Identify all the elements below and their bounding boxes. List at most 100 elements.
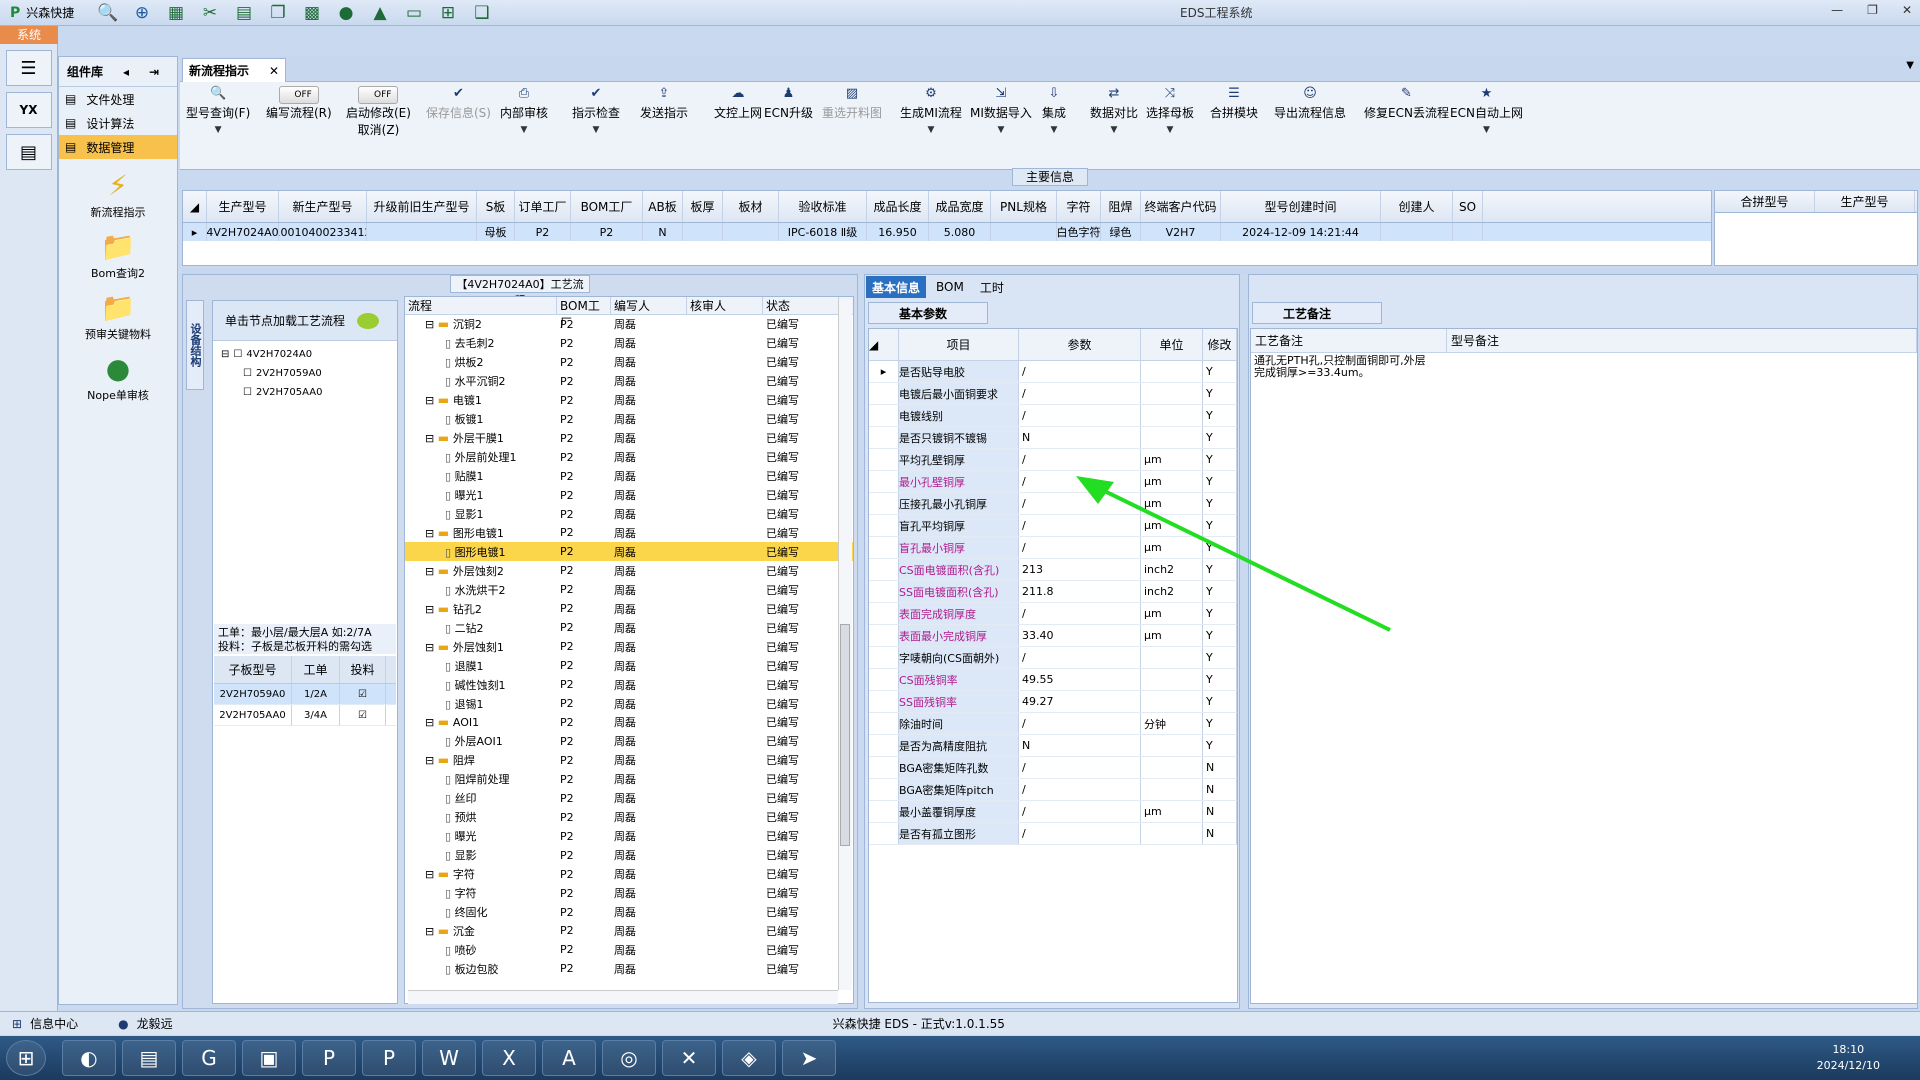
- table-cell[interactable]: /: [1019, 647, 1141, 668]
- flow-name-cell[interactable]: ⊟ ▬ AOI1: [405, 715, 557, 729]
- collapse-arrow-icon[interactable]: ◂: [123, 65, 129, 79]
- table-row[interactable]: ⊟ ▬ 沉金 P2 周磊 已编写: [405, 922, 853, 941]
- table-cell[interactable]: 白色字符: [1057, 223, 1101, 241]
- ribbon-person-button[interactable]: ♟ ECN升级: [764, 86, 813, 121]
- col-header[interactable]: 单位: [1141, 329, 1203, 360]
- comp-item-file[interactable]: ▤ 文件处理: [59, 87, 177, 111]
- table-row[interactable]: ⊟ ▬ 外层蚀刻2 P2 周磊 已编写: [405, 561, 853, 580]
- flow-hscroll[interactable]: [408, 990, 838, 1004]
- dropdown-arrow-icon[interactable]: ▼: [1111, 125, 1118, 135]
- sub-pre-review[interactable]: 📁 预审关键物料: [59, 291, 177, 342]
- word-icon[interactable]: W: [422, 1040, 476, 1076]
- collapse-icon[interactable]: ⊟: [425, 641, 438, 654]
- network-icon[interactable]: ◎: [602, 1040, 656, 1076]
- node-hint[interactable]: 单击节点加载工艺流程: [213, 301, 397, 341]
- col-header[interactable]: BOM工厂: [571, 191, 643, 222]
- notepad-icon[interactable]: ▤: [122, 1040, 176, 1076]
- ribbon-toggle-button[interactable]: OFF 编写流程(R): [266, 86, 332, 121]
- flow-name-cell[interactable]: ▯ 贴膜1: [405, 468, 557, 484]
- flow-name-cell[interactable]: ⊟ ▬ 字符: [405, 866, 557, 882]
- ribbon-image-button[interactable]: ▨ 重选开料图: [822, 86, 882, 121]
- flow-name-cell[interactable]: ⊟ ▬ 外层蚀刻2: [405, 563, 557, 579]
- ribbon-download-button[interactable]: ⇩ 集成 ▼: [1042, 86, 1066, 135]
- flow-name-cell[interactable]: ▯ 曝光: [405, 828, 557, 844]
- collapse-icon[interactable]: ⊟: [425, 318, 438, 331]
- ribbon-print-button[interactable]: ⎙ 内部审核 ▼: [500, 86, 548, 135]
- flow-name-cell[interactable]: ▯ 曝光1: [405, 487, 557, 503]
- copy-icon[interactable]: ❐: [266, 2, 290, 24]
- col-header[interactable]: 编写人: [611, 297, 687, 314]
- table-row[interactable]: 是否为高精度阻抗 N Y: [869, 735, 1237, 757]
- table-cell[interactable]: [1141, 647, 1203, 668]
- ribbon-star-button[interactable]: ★ ECN自动上网 ▼: [1450, 86, 1523, 135]
- table-row[interactable]: ▯ 终固化 P2 周磊 已编写: [405, 903, 853, 922]
- tree-node[interactable]: ⊟ ☐ 4V2H7024A0: [221, 345, 397, 364]
- table-row[interactable]: ▯ 图形电镀1 P2 周磊 已编写: [405, 542, 853, 562]
- checkbox-icon[interactable]: ☑: [340, 684, 386, 704]
- col-header[interactable]: PNL规格: [991, 191, 1057, 222]
- table-row[interactable]: ▯ 外层前处理1 P2 周磊 已编写: [405, 448, 853, 467]
- calc-module-icon[interactable]: ▤: [5, 134, 52, 170]
- eds-app2-icon[interactable]: P: [362, 1040, 416, 1076]
- col-header[interactable]: 阻焊: [1101, 191, 1141, 222]
- table-row[interactable]: ▯ 水平沉铜2 P2 周磊 已编写: [405, 372, 853, 391]
- ribbon-cloud-button[interactable]: ☁ 文控上网: [714, 86, 762, 121]
- send-icon[interactable]: ➤: [782, 1040, 836, 1076]
- table-cell[interactable]: 49.27: [1019, 691, 1141, 712]
- table-row[interactable]: ⊟ ▬ 外层干膜1 P2 周磊 已编写: [405, 429, 853, 448]
- table-row[interactable]: ▯ 板边包胶 P2 周磊 已编写: [405, 959, 853, 978]
- flow-name-cell[interactable]: ▯ 图形电镀1: [405, 544, 557, 560]
- flow-name-cell[interactable]: ▯ 外层AOI1: [405, 733, 557, 749]
- table-row[interactable]: ⊟ ▬ 阻焊 P2 周磊 已编写: [405, 751, 853, 770]
- table-cell[interactable]: Y: [1203, 427, 1237, 448]
- table-cell[interactable]: V2H7: [1141, 223, 1221, 241]
- flow-name-cell[interactable]: ▯ 终固化: [405, 904, 557, 920]
- table-row[interactable]: 电镀后最小面铜要求 / Y: [869, 383, 1237, 405]
- tool-icon[interactable]: ✕: [662, 1040, 716, 1076]
- table-row[interactable]: ▯ 板镀1 P2 周磊 已编写: [405, 410, 853, 429]
- start-button-icon[interactable]: ⊞: [6, 1040, 46, 1076]
- ribbon-wrench-button[interactable]: ✎ 修复ECN丢流程: [1364, 86, 1449, 121]
- table-row[interactable]: ▯ 二钻2 P2 周磊 已编写: [405, 618, 853, 637]
- table-cell[interactable]: N: [1019, 427, 1141, 448]
- col-header[interactable]: 修改: [1203, 329, 1237, 360]
- close-icon[interactable]: ✕: [1902, 3, 1912, 17]
- col-header[interactable]: SO: [1453, 191, 1483, 222]
- col-header[interactable]: 新生产型号: [279, 191, 367, 222]
- table-row[interactable]: ▯ 碱性蚀刻1 P2 周磊 已编写: [405, 675, 853, 694]
- info-center-icon[interactable]: ⊞: [12, 1017, 22, 1031]
- eds-app-icon[interactable]: P: [302, 1040, 356, 1076]
- table-cell[interactable]: Y: [1203, 713, 1237, 734]
- table-cell[interactable]: /: [1019, 801, 1141, 822]
- collapse-icon[interactable]: ⊟: [425, 925, 438, 938]
- table-row[interactable]: BGA密集矩阵孔数 / N: [869, 757, 1237, 779]
- table-cell[interactable]: [723, 223, 779, 241]
- col-header[interactable]: 子板型号: [214, 656, 292, 683]
- table-cell[interactable]: 49.55: [1019, 669, 1141, 690]
- collapse-icon[interactable]: ⊟: [425, 432, 438, 445]
- col-header[interactable]: 创建人: [1381, 191, 1453, 222]
- table-cell[interactable]: IPC-6018 Ⅱ级: [779, 223, 867, 241]
- table-cell[interactable]: /: [1019, 383, 1141, 404]
- table-cell[interactable]: [683, 223, 723, 241]
- ribbon-check-button[interactable]: ✔ 指示检查 ▼: [572, 86, 620, 135]
- table-row[interactable]: ⊟ ▬ AOI1 P2 周磊 已编写: [405, 713, 853, 732]
- table-cell[interactable]: [1141, 691, 1203, 712]
- info-center[interactable]: 信息中心: [30, 1015, 78, 1032]
- tab-hours[interactable]: 工时: [974, 276, 1010, 298]
- table-row[interactable]: ▯ 显影 P2 周磊 已编写: [405, 846, 853, 865]
- table-row[interactable]: ▯ 退膜1 P2 周磊 已编写: [405, 656, 853, 675]
- table-cell[interactable]: [1141, 427, 1203, 448]
- flow-name-cell[interactable]: ⊟ ▬ 阻焊: [405, 752, 557, 768]
- col-header[interactable]: 投料: [340, 656, 386, 683]
- ribbon-compare-button[interactable]: ⇄ 数据对比 ▼: [1090, 86, 1138, 135]
- ribbon-upload-button[interactable]: ⇪ 发送指示: [640, 86, 688, 121]
- table-cell[interactable]: 绿色: [1101, 223, 1141, 241]
- table-cell[interactable]: 16.950: [867, 223, 929, 241]
- table-cell[interactable]: μm: [1141, 801, 1203, 822]
- checkbox-icon[interactable]: ☐: [243, 368, 252, 379]
- table-row[interactable]: 除油时间 / 分钟 Y: [869, 713, 1237, 735]
- grid-icon[interactable]: ▩: [300, 2, 324, 24]
- collapse-icon[interactable]: ⊟: [221, 349, 229, 360]
- table-row[interactable]: ▯ 阻焊前处理 P2 周磊 已编写: [405, 770, 853, 789]
